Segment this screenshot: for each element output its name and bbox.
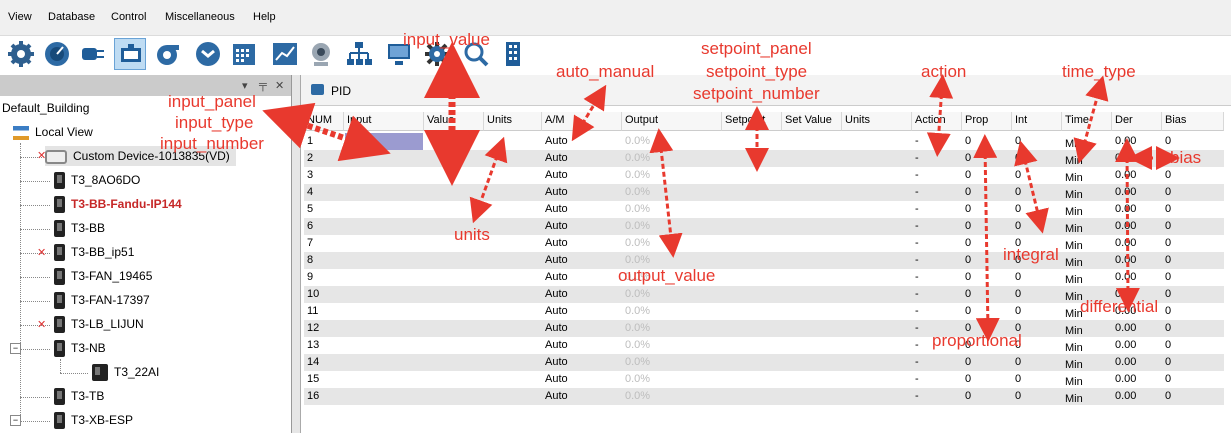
annotation-bias: bias xyxy=(1170,148,1202,167)
annotation-setpoint-type: setpoint_type xyxy=(706,62,808,81)
annotation-proportional: proportional xyxy=(932,331,1022,350)
annotation-differential: differential xyxy=(1080,297,1159,316)
annotation-input-number: input_number xyxy=(160,134,264,153)
annotation-units: units xyxy=(454,225,490,244)
annotation-input-type: input_type xyxy=(175,113,254,132)
annotation-input-value: input_value xyxy=(403,30,490,49)
annotation-input-panel: input_panel xyxy=(168,92,256,111)
annotation-setpoint-panel: setpoint_panel xyxy=(701,39,812,58)
annotation-auto-manual: auto_manual xyxy=(556,62,655,81)
annotation-setpoint-number: setpoint_number xyxy=(693,84,820,103)
annotation-action: action xyxy=(921,62,967,81)
annotation-integral: integral xyxy=(1003,245,1059,264)
annotation-time-type: time_type xyxy=(1062,62,1136,81)
annotation-output-value: output_value xyxy=(618,266,716,285)
